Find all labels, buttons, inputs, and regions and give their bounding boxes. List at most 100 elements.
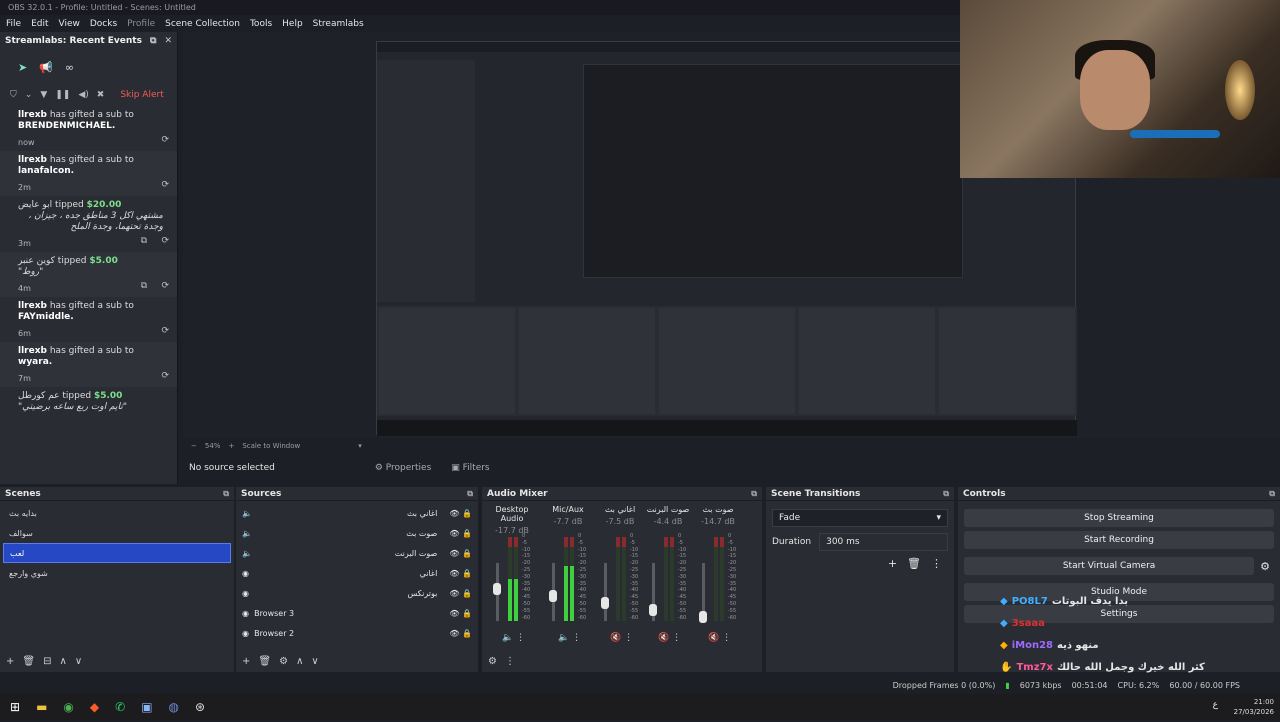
pause-icon[interactable]: ❚❚ [55, 90, 70, 100]
add-icon[interactable]: + [6, 656, 14, 667]
source-row[interactable]: 🔈 صوت بث 👁 🔒 [236, 523, 478, 543]
eye-icon[interactable]: 👁 [449, 509, 459, 518]
volume-fader[interactable] [649, 563, 657, 621]
muted-speaker-icon[interactable]: 🔇 [610, 633, 624, 643]
menu-edit[interactable]: Edit [31, 19, 48, 29]
fader-knob[interactable] [549, 590, 557, 602]
skip-alert-button[interactable]: Skip Alert [120, 90, 163, 100]
close-icon[interactable]: ✕ [164, 36, 172, 46]
menu-scene-collection[interactable]: Scene Collection [165, 19, 240, 29]
more-icon[interactable]: ⋮ [624, 633, 633, 643]
menu-help[interactable]: Help [282, 19, 303, 29]
filters-button[interactable]: ▣ Filters [451, 463, 489, 473]
trash-icon[interactable]: 🗑 [258, 656, 271, 667]
eye-icon[interactable]: 👁 [449, 549, 459, 558]
scale-select[interactable]: Scale to Window [242, 442, 300, 450]
volume-icon[interactable]: ◀) [78, 90, 88, 100]
eye-icon[interactable]: 👁 [449, 569, 459, 578]
source-row[interactable]: 🔈 صوت البرنت 👁 🔒 [236, 543, 478, 563]
replay-icon[interactable]: ⟳ [161, 326, 169, 337]
eye-icon[interactable]: 👁 [449, 609, 459, 618]
source-row[interactable]: ◉ Browser 3 👁 🔒 [236, 603, 478, 623]
mute-icon[interactable]: ✖ [97, 90, 105, 100]
replay-icon[interactable]: ⟳ [161, 371, 169, 382]
source-row[interactable]: ◉ Browser 2 👁 🔒 [236, 623, 478, 643]
clock-time[interactable]: 21:00 [1234, 697, 1274, 707]
source-row[interactable]: ◉ اغاني 👁 🔒 [236, 563, 478, 583]
chrome-icon[interactable]: ◉ [63, 700, 73, 714]
brave-icon[interactable]: ◆ [90, 700, 99, 714]
volume-meter[interactable]: 0 -5 -10 -15 -20 -25 -30 -35 -40 -45 -50 -55 -60 [549, 533, 600, 621]
volume-meter[interactable]: 0 -5 -10 -15 -20 -25 -30 -35 -40 -45 -50 -55 -60 [601, 533, 652, 621]
more-icon[interactable]: ⋮ [672, 633, 681, 643]
transition-select[interactable]: Fade ▾ [772, 509, 948, 527]
zoom-in-icon[interactable]: + [228, 442, 234, 450]
menu-view[interactable]: View [59, 19, 80, 29]
windows-start-icon[interactable]: ⊞ [10, 700, 20, 714]
lock-icon[interactable]: 🔒 [462, 589, 472, 598]
language-indicator[interactable]: ع [1213, 700, 1218, 710]
menu-docks[interactable]: Docks [90, 19, 117, 29]
more-icon[interactable]: ⋮ [572, 633, 581, 643]
shield-icon[interactable]: ⛉ [10, 90, 17, 100]
eye-icon[interactable]: 👁 [449, 629, 459, 638]
fader-knob[interactable] [699, 611, 707, 623]
obs-icon[interactable]: ⊛ [195, 700, 205, 714]
settings-button[interactable]: Settings [964, 605, 1274, 623]
undock-icon[interactable]: ⧉ [223, 489, 229, 499]
eye-icon[interactable]: 👁 [449, 589, 459, 598]
replay-icon[interactable]: ⟳ [161, 135, 169, 146]
lock-icon[interactable]: 🔒 [462, 509, 472, 518]
properties-button[interactable]: ⚙ Properties [375, 463, 431, 473]
volume-meter[interactable]: 0 -5 -10 -15 -20 -25 -30 -35 -40 -45 -50 -55 -60 [699, 533, 750, 623]
scene-item[interactable]: بدايه بث [3, 503, 231, 523]
app-icon[interactable]: ▣ [141, 700, 152, 714]
gear-icon[interactable]: ⚙ [1260, 560, 1270, 573]
down-icon[interactable]: ∨ [311, 656, 318, 667]
more-icon[interactable]: ⋮ [505, 656, 515, 667]
gear-icon[interactable]: ⚙ [488, 656, 497, 667]
source-row[interactable]: ◉ بوترنكس 👁 🔒 [236, 583, 478, 603]
up-icon[interactable]: ∧ [59, 656, 66, 667]
replay-icon[interactable]: ⟳ [161, 281, 169, 292]
up-icon[interactable]: ∧ [296, 656, 303, 667]
eye-icon[interactable]: 👁 [449, 529, 459, 538]
more-icon[interactable]: ⋮ [931, 557, 942, 570]
volume-fader[interactable] [699, 563, 707, 623]
more-icon[interactable]: ⋮ [722, 633, 731, 643]
replay-icon[interactable]: ⟳ [161, 236, 169, 247]
volume-meter[interactable]: 0 -5 -10 -15 -20 -25 -30 -35 -40 -45 -50 -55 -60 [493, 533, 544, 621]
gear-icon[interactable]: ⚙ [279, 656, 288, 667]
discord-icon[interactable]: ◍ [169, 700, 179, 714]
undock-icon[interactable]: ⧉ [943, 489, 949, 499]
start-recording-button[interactable]: Start Recording [964, 531, 1274, 549]
volume-fader[interactable] [549, 563, 557, 621]
add-icon[interactable]: + [888, 557, 897, 570]
volume-meter[interactable]: 0 -5 -10 -15 -20 -25 -30 -35 -40 -45 -50 -55 -60 [649, 533, 700, 621]
speaker-icon[interactable]: 🔈 [558, 633, 572, 643]
whatsapp-icon[interactable]: ✆ [115, 700, 125, 714]
start-virtual-camera-button[interactable]: Start Virtual Camera [964, 557, 1255, 575]
fader-knob[interactable] [601, 597, 609, 609]
float-icon[interactable]: ⧉ [150, 36, 156, 46]
scene-item[interactable]: شوي وارجع [3, 563, 231, 583]
link-icon[interactable]: ∞ [65, 61, 74, 74]
trash-icon[interactable]: 🗑 [907, 557, 921, 570]
megaphone-icon[interactable]: 📢 [39, 61, 53, 74]
volume-fader[interactable] [493, 563, 501, 621]
more-icon[interactable]: ⋮ [516, 633, 525, 643]
source-row[interactable]: 🔈 اغاني بث 👁 🔒 [236, 503, 478, 523]
filter-icon[interactable]: ⊟ [43, 656, 51, 667]
trash-icon[interactable]: 🗑 [22, 656, 35, 667]
scene-item[interactable]: سوالف [3, 523, 231, 543]
muted-speaker-icon[interactable]: 🔇 [708, 633, 722, 643]
lock-icon[interactable]: 🔒 [462, 569, 472, 578]
copy-icon[interactable]: ⧉ [141, 281, 147, 292]
lock-icon[interactable]: 🔒 [462, 529, 472, 538]
menu-streamlabs[interactable]: Streamlabs [313, 19, 364, 29]
clock-date[interactable]: 27/03/2026 [1234, 707, 1274, 717]
menu-profile[interactable]: Profile [127, 19, 155, 29]
fader-knob[interactable] [649, 604, 657, 616]
down-icon[interactable]: ∨ [75, 656, 82, 667]
zoom-out-icon[interactable]: − [191, 442, 197, 450]
